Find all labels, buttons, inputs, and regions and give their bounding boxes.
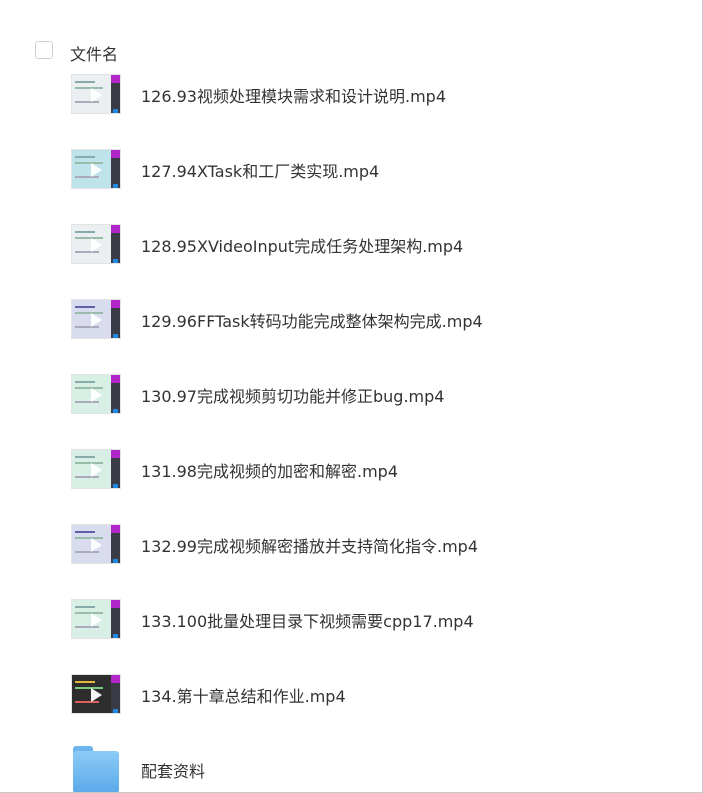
list-item[interactable]: 130.97完成视频剪切功能并修正bug.mp4: [0, 367, 700, 427]
list-item[interactable]: 配套资料: [0, 742, 700, 792]
file-name[interactable]: 127.94XTask和工厂类实现.mp4: [141, 158, 379, 182]
list-header: 文件名: [0, 34, 700, 66]
file-name[interactable]: 129.96FFTask转码功能完成整体架构完成.mp4: [141, 308, 483, 332]
video-thumbnail-icon: [71, 149, 121, 189]
list-item[interactable]: 132.99完成视频解密播放并支持简化指令.mp4: [0, 517, 700, 577]
video-thumbnail-icon: [71, 449, 121, 489]
video-thumbnail-icon: [71, 374, 121, 414]
file-name[interactable]: 134.第十章总结和作业.mp4: [141, 683, 346, 707]
play-icon: [91, 88, 102, 102]
column-header-filename[interactable]: 文件名: [70, 41, 118, 65]
list-item[interactable]: 131.98完成视频的加密和解密.mp4: [0, 442, 700, 502]
play-icon: [91, 238, 102, 252]
file-name[interactable]: 133.100批量处理目录下视频需要cpp17.mp4: [141, 608, 474, 632]
file-name[interactable]: 128.95XVideoInput完成任务处理架构.mp4: [141, 233, 463, 257]
video-thumbnail-icon: [71, 674, 121, 714]
list-item[interactable]: 129.96FFTask转码功能完成整体架构完成.mp4: [0, 292, 700, 352]
list-item[interactable]: 133.100批量处理目录下视频需要cpp17.mp4: [0, 592, 700, 652]
video-thumbnail-icon: [71, 524, 121, 564]
file-name[interactable]: 132.99完成视频解密播放并支持简化指令.mp4: [141, 533, 478, 557]
play-icon: [91, 613, 102, 627]
file-name[interactable]: 130.97完成视频剪切功能并修正bug.mp4: [141, 383, 444, 407]
video-thumbnail-icon: [71, 599, 121, 639]
play-icon: [91, 538, 102, 552]
play-icon: [91, 463, 102, 477]
video-thumbnail-icon: [71, 74, 121, 114]
folder-icon: [73, 746, 119, 792]
list-item[interactable]: 134.第十章总结和作业.mp4: [0, 667, 700, 727]
select-all-checkbox[interactable]: [35, 41, 53, 59]
file-name[interactable]: 126.93视频处理模块需求和设计说明.mp4: [141, 83, 446, 107]
file-list-panel: 文件名 126.93视频处理模块需求和设计说明.mp4 127.94XTask和…: [0, 0, 703, 793]
list-item[interactable]: 126.93视频处理模块需求和设计说明.mp4: [0, 67, 700, 127]
file-name[interactable]: 131.98完成视频的加密和解密.mp4: [141, 458, 398, 482]
list-item[interactable]: 127.94XTask和工厂类实现.mp4: [0, 142, 700, 202]
play-icon: [91, 313, 102, 327]
play-icon: [91, 388, 102, 402]
play-icon: [91, 688, 102, 702]
play-icon: [91, 163, 102, 177]
folder-name[interactable]: 配套资料: [141, 758, 205, 782]
video-thumbnail-icon: [71, 224, 121, 264]
video-thumbnail-icon: [71, 299, 121, 339]
list-item[interactable]: 128.95XVideoInput完成任务处理架构.mp4: [0, 217, 700, 277]
